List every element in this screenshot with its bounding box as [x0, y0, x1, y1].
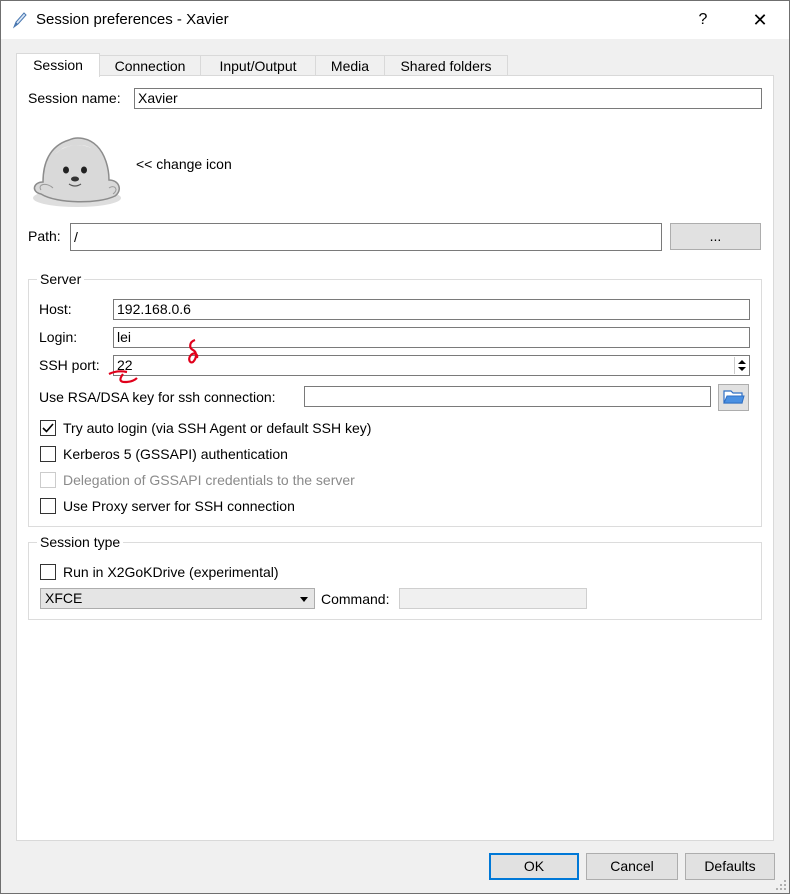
server-group: Server Host: 192.168.0.6 Login: lei SSH … — [28, 271, 762, 527]
tab-input-output[interactable]: Input/Output — [200, 55, 316, 76]
title-bar: Session preferences - Xavier ? ✕ — [1, 1, 789, 39]
cancel-button[interactable]: Cancel — [586, 853, 678, 880]
rsa-key-label: Use RSA/DSA key for ssh connection: — [39, 389, 276, 405]
path-label: Path: — [28, 228, 61, 244]
desktop-type-value: XFCE — [45, 590, 83, 606]
ok-button[interactable]: OK — [489, 853, 579, 880]
seal-icon[interactable] — [29, 124, 125, 208]
tab-media[interactable]: Media — [315, 55, 385, 76]
checkmark-icon — [42, 423, 54, 433]
session-preferences-window: Session preferences - Xavier ? ✕ Session… — [0, 0, 790, 894]
help-button[interactable]: ? — [691, 7, 715, 33]
gssapi-delegation-label: Delegation of GSSAPI credentials to the … — [63, 472, 355, 488]
ssh-port-input[interactable]: 22 — [113, 355, 750, 376]
gssapi-delegation-checkbox — [40, 472, 56, 488]
pen-icon — [12, 12, 27, 29]
x2gokdrive-label: Run in X2GoKDrive (experimental) — [63, 564, 279, 580]
ssh-port-spinner[interactable] — [734, 357, 748, 374]
kerberos-label: Kerberos 5 (GSSAPI) authentication — [63, 446, 288, 462]
resize-grip-icon[interactable] — [775, 879, 787, 891]
chevron-down-icon — [300, 597, 308, 602]
tab-connection[interactable]: Connection — [99, 55, 201, 76]
kerberos-checkbox[interactable] — [40, 446, 56, 462]
path-input[interactable]: / — [70, 223, 662, 251]
ssh-port-value: 22 — [117, 357, 133, 373]
ssh-port-label: SSH port: — [39, 357, 100, 373]
login-input[interactable]: lei — [113, 327, 750, 348]
path-browse-button[interactable]: ... — [670, 223, 761, 250]
tab-shared-folders[interactable]: Shared folders — [384, 55, 508, 76]
session-tab-panel: Session name: Xavier << change icon Path… — [16, 75, 774, 841]
rsa-key-input[interactable] — [304, 386, 711, 407]
close-button[interactable]: ✕ — [747, 7, 773, 33]
proxy-label: Use Proxy server for SSH connection — [63, 498, 295, 514]
auto-login-checkbox[interactable] — [40, 420, 56, 436]
server-group-title: Server — [37, 271, 85, 287]
host-label: Host: — [39, 301, 72, 317]
session-name-input[interactable]: Xavier — [134, 88, 762, 109]
host-input[interactable]: 192.168.0.6 — [113, 299, 750, 320]
session-type-group-title: Session type — [37, 534, 124, 550]
auto-login-label: Try auto login (via SSH Agent or default… — [63, 420, 372, 436]
spinner-arrows-icon — [738, 360, 746, 371]
session-name-label: Session name: — [28, 90, 121, 106]
dialog-client: Session Connection Input/Output Media Sh… — [1, 39, 789, 893]
desktop-type-select[interactable]: XFCE — [40, 588, 315, 609]
tab-session[interactable]: Session — [16, 53, 100, 77]
rsa-key-browse-button[interactable] — [718, 384, 749, 411]
change-icon-label: << change icon — [136, 156, 232, 172]
command-label: Command: — [321, 591, 390, 607]
login-label: Login: — [39, 329, 78, 345]
folder-open-icon — [722, 390, 745, 404]
defaults-button[interactable]: Defaults — [685, 853, 775, 880]
proxy-checkbox[interactable] — [40, 498, 56, 514]
session-type-group: Session type Run in X2GoKDrive (experime… — [28, 534, 762, 620]
command-input[interactable] — [399, 588, 587, 609]
window-title: Session preferences - Xavier — [36, 11, 229, 28]
x2gokdrive-checkbox[interactable] — [40, 564, 56, 580]
